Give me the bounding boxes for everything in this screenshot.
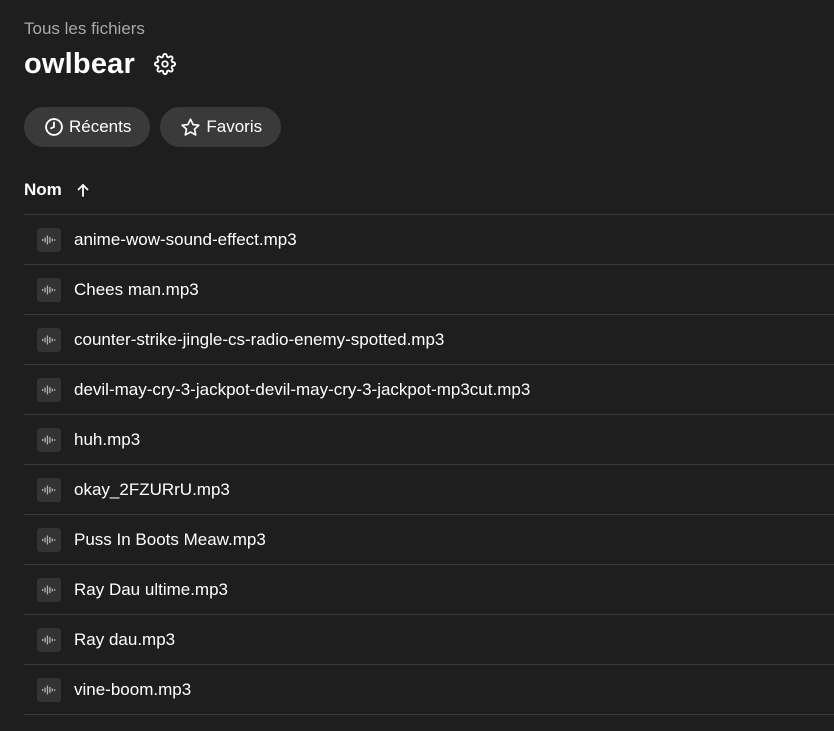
file-name: Ray dau.mp3 <box>74 629 176 649</box>
file-name: anime-wow-sound-effect.mp3 <box>74 229 297 249</box>
file-name: huh.mp3 <box>74 429 141 449</box>
audio-file-icon <box>37 277 61 302</box>
file-name: devil-may-cry-3-jackpot-devil-may-cry-3-… <box>74 379 531 399</box>
favorites-filter-label: Favoris <box>206 117 263 136</box>
breadcrumb-all-files[interactable]: Tous les fichiers <box>24 19 145 39</box>
file-name: vine-boom.mp3 <box>74 679 192 699</box>
folder-settings-button[interactable] <box>153 52 177 76</box>
arrow-up-icon <box>76 183 90 198</box>
gear-icon <box>154 53 176 75</box>
audio-file-icon <box>37 227 61 252</box>
file-row[interactable]: anime-wow-sound-effect.mp3 <box>24 215 834 265</box>
favorites-filter-button[interactable]: Favoris <box>160 107 282 147</box>
file-name: okay_2FZURrU.mp3 <box>74 479 230 499</box>
file-row[interactable]: counter-strike-jingle-cs-radio-enemy-spo… <box>24 315 834 365</box>
audio-file-icon <box>37 677 61 702</box>
audio-file-icon <box>37 477 61 502</box>
file-row[interactable]: Ray dau.mp3 <box>24 615 834 665</box>
file-row[interactable]: devil-may-cry-3-jackpot-devil-may-cry-3-… <box>24 365 834 415</box>
audio-file-icon <box>37 327 61 352</box>
file-row[interactable]: okay_2FZURrU.mp3 <box>24 465 834 515</box>
title-row: owlbear <box>24 44 177 84</box>
file-browser-page: Tous les fichiers owlbear Récents Favori… <box>0 0 834 731</box>
name-column-label: Nom <box>24 180 62 199</box>
file-name: Chees man.mp3 <box>74 279 199 299</box>
star-icon <box>180 117 201 138</box>
file-row[interactable]: Ray Dau ultime.mp3 <box>24 565 834 615</box>
audio-file-icon <box>37 627 61 652</box>
audio-file-icon <box>37 427 61 452</box>
file-list: anime-wow-sound-effect.mp3 Chees man.mp3… <box>24 214 834 715</box>
audio-file-icon <box>37 377 61 402</box>
file-name: counter-strike-jingle-cs-radio-enemy-spo… <box>74 329 445 349</box>
page-title: owlbear <box>24 47 135 80</box>
filter-chips: Récents Favoris <box>24 107 282 147</box>
file-row[interactable]: Puss In Boots Meaw.mp3 <box>24 515 834 565</box>
audio-file-icon <box>37 527 61 552</box>
file-row[interactable]: huh.mp3 <box>24 415 834 465</box>
recents-filter-label: Récents <box>69 117 132 136</box>
audio-file-icon <box>37 577 61 602</box>
file-row[interactable]: vine-boom.mp3 <box>24 665 834 715</box>
name-column-header[interactable]: Nom <box>24 176 90 204</box>
file-name: Ray Dau ultime.mp3 <box>74 579 229 599</box>
recents-filter-button[interactable]: Récents <box>24 107 151 147</box>
clock-icon <box>44 117 64 137</box>
file-row[interactable]: Chees man.mp3 <box>24 265 834 315</box>
file-name: Puss In Boots Meaw.mp3 <box>74 529 266 549</box>
